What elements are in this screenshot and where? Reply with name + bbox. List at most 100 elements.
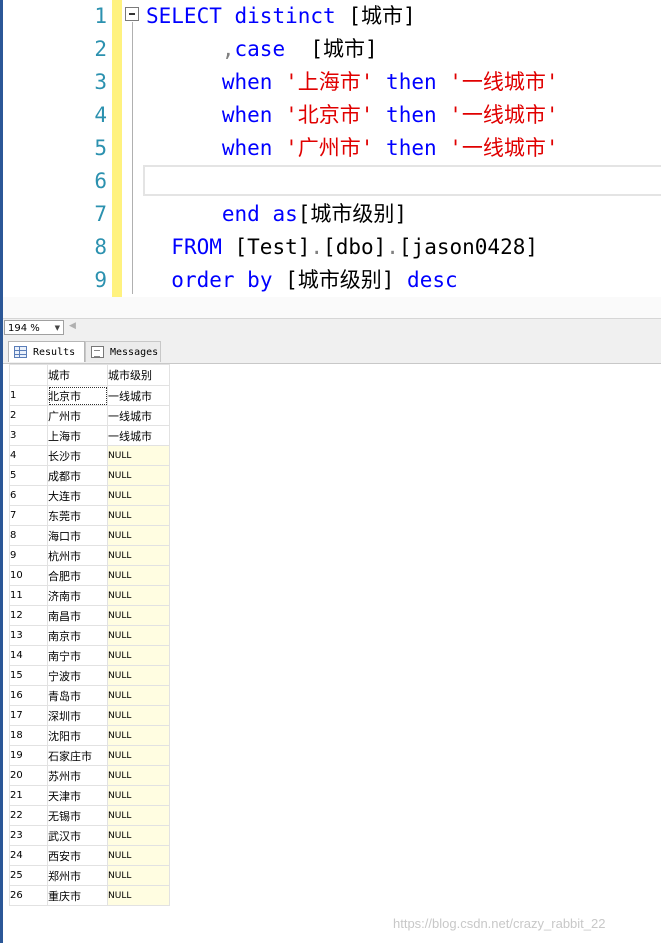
cell-city[interactable]: 深圳市	[47, 705, 108, 726]
table-row[interactable]: 25 郑州市 NULL	[9, 865, 170, 886]
cell-city-level[interactable]: NULL	[107, 785, 170, 806]
table-row[interactable]: 12 南昌市 NULL	[9, 605, 170, 626]
table-row[interactable]: 1 北京市 一线城市	[9, 385, 170, 406]
table-row[interactable]: 18 沈阳市 NULL	[9, 725, 170, 746]
cell-city-level[interactable]: 一线城市	[107, 405, 170, 426]
cell-city-level[interactable]: NULL	[107, 525, 170, 546]
table-row[interactable]: 22 无锡市 NULL	[9, 805, 170, 826]
cell-city[interactable]: 沈阳市	[47, 725, 108, 746]
cell-city[interactable]: 大连市	[47, 485, 108, 506]
cell-city[interactable]: 杭州市	[47, 545, 108, 566]
cell-city[interactable]: 南京市	[47, 625, 108, 646]
cell-city-level[interactable]: NULL	[107, 485, 170, 506]
table-row[interactable]: 23 武汉市 NULL	[9, 825, 170, 846]
cell-city[interactable]: 成都市	[47, 465, 108, 486]
cell-city[interactable]: 长沙市	[47, 445, 108, 466]
table-row[interactable]: 10 合肥市 NULL	[9, 565, 170, 586]
cell-city-level[interactable]: NULL	[107, 445, 170, 466]
sql-keyword: then	[386, 70, 437, 94]
cell-city[interactable]: 上海市	[47, 425, 108, 446]
cell-city-level[interactable]: NULL	[107, 685, 170, 706]
cell-city-level[interactable]: NULL	[107, 565, 170, 586]
table-row[interactable]: 13 南京市 NULL	[9, 625, 170, 646]
sql-keyword: when	[221, 70, 273, 94]
cell-city-level[interactable]: NULL	[107, 725, 170, 746]
cell-city-level[interactable]: NULL	[107, 545, 170, 566]
grid-corner[interactable]	[9, 364, 48, 386]
cell-city-level[interactable]: NULL	[107, 805, 170, 826]
cell-city[interactable]: 宁波市	[47, 665, 108, 686]
table-row[interactable]: 3 上海市 一线城市	[9, 425, 170, 446]
table-row[interactable]: 4 长沙市 NULL	[9, 445, 170, 466]
column-header-city[interactable]: 城市	[47, 364, 108, 386]
cell-city-level[interactable]: NULL	[107, 865, 170, 886]
watermark: https://blog.csdn.net/crazy_rabbit_22	[393, 916, 606, 931]
cell-city-level[interactable]: NULL	[107, 825, 170, 846]
table-row[interactable]: 2 广州市 一线城市	[9, 405, 170, 426]
cell-city-level[interactable]: NULL	[107, 885, 170, 906]
cell-city[interactable]: 海口市	[47, 525, 108, 546]
cell-city-level[interactable]: NULL	[107, 465, 170, 486]
cell-city-level[interactable]: NULL	[107, 765, 170, 786]
cell-city[interactable]: 石家庄市	[47, 745, 108, 766]
sql-text: [城市]	[335, 4, 416, 28]
cell-city[interactable]: 西安市	[47, 845, 108, 866]
table-row[interactable]: 8 海口市 NULL	[9, 525, 170, 546]
column-header-city-level[interactable]: 城市级别	[107, 364, 170, 386]
results-grid[interactable]: 城市 城市级别 1 北京市 一线城市 2 广州市 一线城市 3 上海市 一线城市 4 长沙市 NULL…	[9, 364, 170, 906]
table-row[interactable]: 21 天津市 NULL	[9, 785, 170, 806]
table-row[interactable]: 6 大连市 NULL	[9, 485, 170, 506]
table-row[interactable]: 14 南宁市 NULL	[9, 645, 170, 666]
cell-city[interactable]: 青岛市	[47, 685, 108, 706]
cell-city-level[interactable]: NULL	[107, 645, 170, 666]
cell-city-level[interactable]: NULL	[107, 605, 170, 626]
line-number: 5	[94, 136, 107, 160]
cell-city[interactable]: 南昌市	[47, 605, 108, 626]
cell-city[interactable]: 无锡市	[47, 805, 108, 826]
line-number: 9	[94, 268, 107, 292]
cell-city[interactable]: 天津市	[47, 785, 108, 806]
table-row[interactable]: 20 苏州市 NULL	[9, 765, 170, 786]
table-row[interactable]: 26 重庆市 NULL	[9, 885, 170, 906]
sql-keyword: when	[221, 103, 273, 127]
cell-city-level[interactable]: NULL	[107, 625, 170, 646]
cell-city[interactable]: 武汉市	[47, 825, 108, 846]
cell-city-level[interactable]: NULL	[107, 505, 170, 526]
collapse-outline-icon[interactable]	[125, 7, 139, 21]
cell-city[interactable]: 苏州市	[47, 765, 108, 786]
cell-city-level[interactable]: 一线城市	[107, 385, 170, 406]
table-row[interactable]: 9 杭州市 NULL	[9, 545, 170, 566]
table-row[interactable]: 15 宁波市 NULL	[9, 665, 170, 686]
scroll-left-icon[interactable]: ◀	[69, 321, 76, 331]
sql-keyword: when	[221, 136, 273, 160]
sql-string: '一线城市'	[449, 70, 559, 94]
sql-editor[interactable]: SELECT distinct [城市] ,case [城市] when '上海…	[3, 0, 661, 318]
table-row[interactable]: 19 石家庄市 NULL	[9, 745, 170, 766]
cell-city-level[interactable]: NULL	[107, 745, 170, 766]
cell-city-level[interactable]: 一线城市	[107, 425, 170, 446]
cell-city[interactable]: 南宁市	[47, 645, 108, 666]
tab-messages[interactable]: Messages	[85, 341, 161, 362]
tab-results[interactable]: Results	[8, 341, 85, 362]
table-row[interactable]: 24 西安市 NULL	[9, 845, 170, 866]
cell-city[interactable]: 合肥市	[47, 565, 108, 586]
table-row[interactable]: 7 东莞市 NULL	[9, 505, 170, 526]
table-row[interactable]: 16 青岛市 NULL	[9, 685, 170, 706]
table-row[interactable]: 17 深圳市 NULL	[9, 705, 170, 726]
cell-city[interactable]: 重庆市	[47, 885, 108, 906]
zoom-dropdown[interactable]: 194 % ▼	[4, 320, 64, 335]
cell-city-level[interactable]: NULL	[107, 585, 170, 606]
cell-city-level[interactable]: NULL	[107, 845, 170, 866]
cell-city-level[interactable]: NULL	[107, 705, 170, 726]
cell-city[interactable]: 广州市	[47, 405, 108, 426]
cell-city[interactable]: 济南市	[47, 585, 108, 606]
table-row[interactable]: 11 济南市 NULL	[9, 585, 170, 606]
cell-city-level[interactable]: NULL	[107, 665, 170, 686]
cell-city[interactable]: 郑州市	[47, 865, 108, 886]
code-line: FROM [Test].[dbo].[jason0428]	[146, 231, 538, 264]
table-row[interactable]: 5 成都市 NULL	[9, 465, 170, 486]
cell-city[interactable]: 北京市	[47, 385, 108, 406]
cell-city[interactable]: 东莞市	[47, 505, 108, 526]
